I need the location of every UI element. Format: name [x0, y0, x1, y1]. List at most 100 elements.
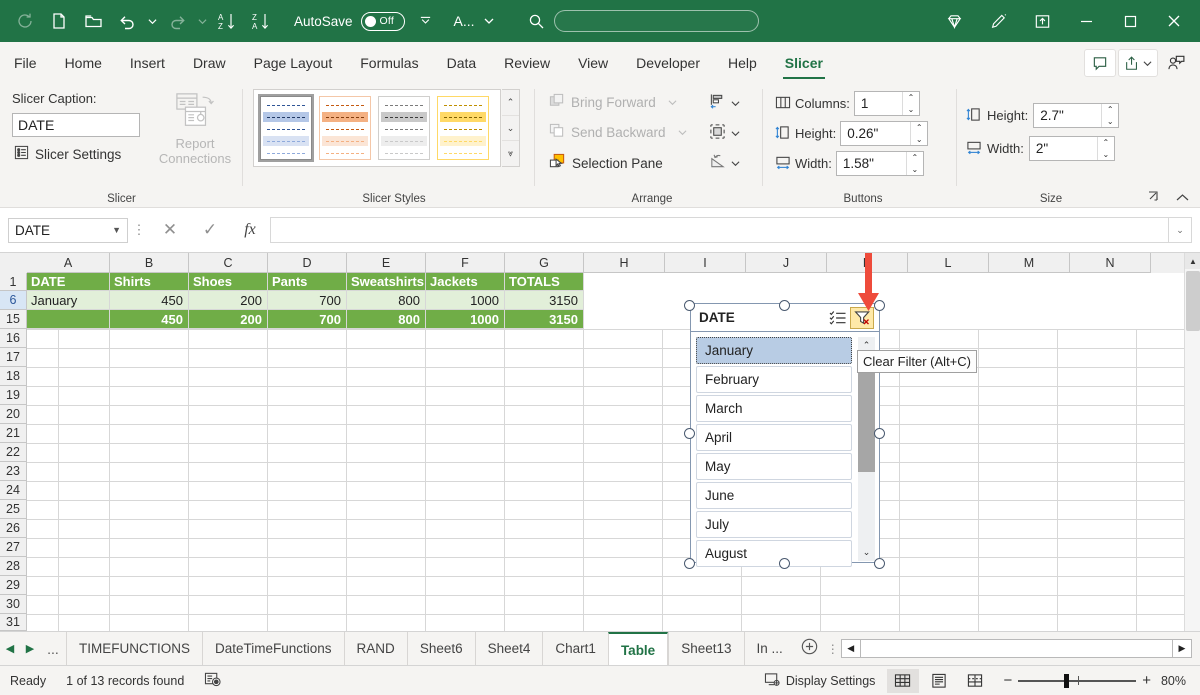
cell-e15[interactable]: 800: [347, 310, 426, 329]
hscroll-right-icon[interactable]: ▶: [1172, 639, 1192, 658]
sheet-tab-timefunctions[interactable]: TIMEFUNCTIONS: [66, 632, 202, 665]
slicer-item-august[interactable]: August: [696, 540, 852, 567]
cell-d6[interactable]: 700: [268, 291, 347, 310]
slicer-item-june[interactable]: June: [696, 482, 852, 509]
slicer-item-february[interactable]: February: [696, 366, 852, 393]
tab-review[interactable]: Review: [490, 45, 564, 81]
cell-e6[interactable]: 800: [347, 291, 426, 310]
sheet-prev-icon[interactable]: ◀: [0, 642, 20, 655]
name-box-chevron-icon[interactable]: ▼: [112, 225, 121, 235]
bring-forward-button[interactable]: Bring Forward: [549, 93, 677, 112]
tab-file[interactable]: File: [0, 45, 51, 81]
sheet-overflow-icon[interactable]: ...: [40, 641, 66, 657]
column-header-f[interactable]: F: [426, 253, 505, 273]
cell-f15[interactable]: 1000: [426, 310, 505, 329]
selection-handle-bc[interactable]: [779, 558, 790, 569]
row-header[interactable]: 18: [0, 367, 27, 386]
row-header[interactable]: 6: [0, 291, 27, 310]
rotate-objects-button[interactable]: [709, 153, 740, 173]
column-header-b[interactable]: B: [110, 253, 189, 273]
sort-descending-icon[interactable]: ZA: [244, 6, 278, 36]
selection-pane-button[interactable]: Selection Pane: [549, 153, 663, 173]
slicer-item-january[interactable]: January: [696, 337, 852, 364]
insert-function-icon[interactable]: fx: [230, 215, 270, 245]
formula-input[interactable]: [270, 217, 1168, 243]
cell-d15[interactable]: 700: [268, 310, 347, 329]
row-header[interactable]: 31: [0, 614, 27, 631]
row-header[interactable]: 29: [0, 576, 27, 595]
record-macro-icon[interactable]: [194, 671, 232, 690]
send-backward-chevron-icon[interactable]: [678, 125, 687, 140]
button-width-up-icon[interactable]: ⌃: [907, 152, 923, 164]
size-width-down-icon[interactable]: ⌄: [1098, 149, 1114, 161]
scroll-up-icon[interactable]: ▲: [1185, 253, 1200, 269]
display-settings-button[interactable]: Display Settings: [754, 672, 886, 690]
slicer-scroll-down-icon[interactable]: ⌄: [858, 544, 875, 561]
column-header-h[interactable]: H: [584, 253, 665, 273]
gallery-more-icon[interactable]: ⩔: [502, 141, 519, 166]
new-file-icon[interactable]: [42, 6, 76, 36]
size-height-stepper[interactable]: 2.7" ⌃⌄: [1033, 103, 1119, 128]
cell-c1[interactable]: Shoes: [189, 273, 268, 291]
columns-down-icon[interactable]: ⌄: [903, 104, 919, 116]
sheet-tab-sheet13[interactable]: Sheet13: [668, 632, 743, 665]
sheet-tab-sheet6[interactable]: Sheet6: [407, 632, 475, 665]
zoom-thumb[interactable]: [1064, 674, 1069, 688]
column-header-e[interactable]: E: [347, 253, 426, 273]
autosave-control[interactable]: AutoSave Off: [288, 9, 411, 34]
zoom-out-icon[interactable]: −: [1003, 672, 1012, 689]
customize-qat-chevron-icon[interactable]: [411, 15, 440, 28]
row-header[interactable]: 24: [0, 481, 27, 500]
column-header-d[interactable]: D: [268, 253, 347, 273]
empty-grid-area[interactable]: [27, 329, 1184, 631]
add-sheet-icon[interactable]: [795, 638, 825, 659]
sheet-tab-datetimefunctions[interactable]: DateTimeFunctions: [202, 632, 344, 665]
column-header-l[interactable]: L: [908, 253, 989, 273]
column-header-j[interactable]: J: [746, 253, 827, 273]
share-button[interactable]: [1118, 49, 1158, 77]
slicer-style-option[interactable]: [378, 96, 430, 160]
search-icon[interactable]: [520, 6, 554, 36]
diamond-icon[interactable]: [932, 0, 976, 42]
button-height-stepper[interactable]: 0.26" ⌃⌄: [840, 121, 928, 146]
undo-chevron-icon[interactable]: [144, 6, 160, 36]
redo-icon[interactable]: [160, 6, 194, 36]
size-height-up-icon[interactable]: ⌃: [1102, 104, 1118, 116]
cell-f6[interactable]: 1000: [426, 291, 505, 310]
cell-g15[interactable]: 3150: [505, 310, 584, 329]
row-header[interactable]: 16: [0, 329, 27, 348]
cell-a1[interactable]: DATE: [27, 273, 110, 291]
bring-forward-chevron-icon[interactable]: [668, 95, 677, 110]
slicer-styles-gallery[interactable]: [253, 89, 501, 167]
selection-handle-ml[interactable]: [684, 428, 695, 439]
row-header[interactable]: 1: [0, 273, 27, 291]
multi-select-icon[interactable]: [826, 307, 850, 329]
sheet-tab-chart1[interactable]: Chart1: [542, 632, 608, 665]
zoom-level[interactable]: 80%: [1151, 674, 1200, 688]
gallery-scroll-buttons[interactable]: ⌃ ⌄ ⩔: [502, 89, 520, 167]
gallery-scroll-down-icon[interactable]: ⌄: [502, 116, 519, 142]
selection-handle-br[interactable]: [874, 558, 885, 569]
cell-e1[interactable]: Sweatshirts: [347, 273, 426, 291]
button-width-stepper[interactable]: 1.58" ⌃⌄: [836, 151, 924, 176]
sort-ascending-icon[interactable]: AZ: [210, 6, 244, 36]
cell-f1[interactable]: Jackets: [426, 273, 505, 291]
cell-a6[interactable]: January: [27, 291, 110, 310]
confirm-entry-icon[interactable]: ✓: [190, 215, 230, 245]
size-dialog-launcher-icon[interactable]: [1147, 190, 1160, 206]
zoom-slider[interactable]: − +: [1003, 672, 1151, 689]
cancel-entry-icon[interactable]: ✕: [150, 215, 190, 245]
slicer-style-option[interactable]: [437, 96, 489, 160]
maximize-button[interactable]: [1108, 0, 1152, 42]
column-header-i[interactable]: I: [665, 253, 746, 273]
hscroll-track[interactable]: [861, 639, 1172, 658]
columns-stepper[interactable]: 1 ⌃⌄: [854, 91, 920, 116]
sheet-tab-in[interactable]: In ...: [744, 632, 795, 665]
autosave-toggle[interactable]: Off: [361, 12, 405, 31]
comments-icon[interactable]: [1084, 49, 1116, 77]
tab-formulas[interactable]: Formulas: [346, 45, 432, 81]
tab-data[interactable]: Data: [433, 45, 491, 81]
row-header[interactable]: 27: [0, 538, 27, 557]
send-backward-button[interactable]: Send Backward: [549, 123, 687, 142]
column-header-n[interactable]: N: [1070, 253, 1151, 273]
